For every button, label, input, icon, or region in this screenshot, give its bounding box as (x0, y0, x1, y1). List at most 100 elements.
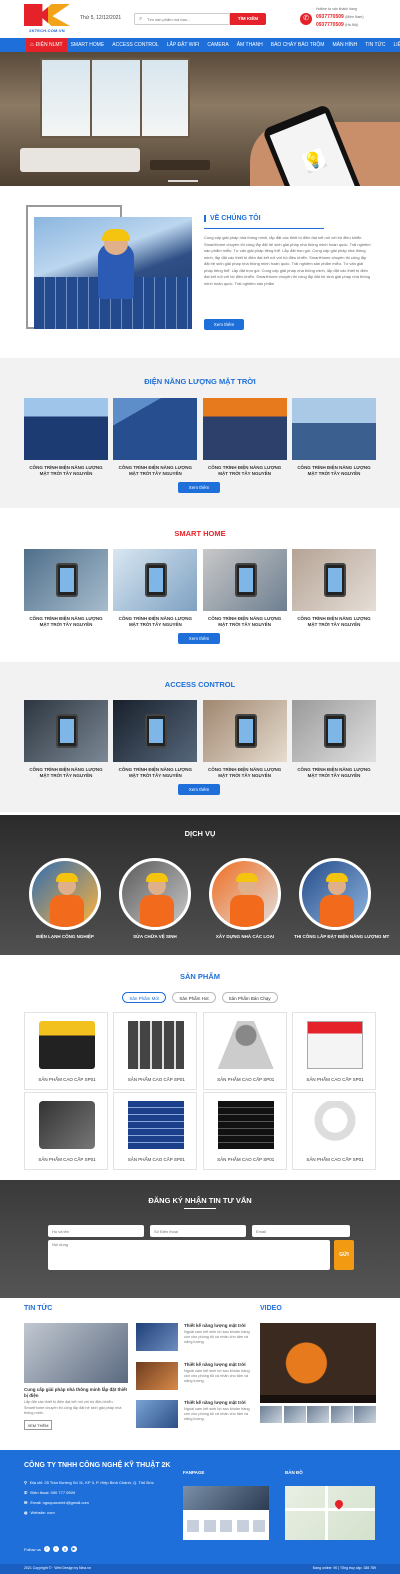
solar-more-button[interactable]: Xem thêm (178, 482, 220, 493)
solar-card[interactable]: CÔNG TRÌNH ĐIỆN NĂNG LƯỢNG MẶT TRỜI TÂY … (24, 398, 108, 477)
featured-news-image[interactable] (24, 1323, 128, 1383)
service-item[interactable]: SỬA CHỮA VỆ SINH (114, 858, 196, 939)
hero-banner[interactable]: 💡 (0, 52, 400, 186)
product-card[interactable]: SẢN PHẨM CAO CẤP SP01 (291, 1092, 376, 1170)
project-image (24, 700, 108, 762)
news-item[interactable]: Thiết kế năng lượng mặt trời Ngoài cam kế… (136, 1362, 256, 1392)
service-item[interactable]: THI CÔNG LẮP ĐẶT ĐIỆN NĂNG LƯỢNG MT (294, 858, 389, 939)
product-image (217, 1101, 274, 1149)
news-title: TIN TỨC (24, 1305, 53, 1312)
smarthome-card[interactable]: CÔNG TRÌNH ĐIỆN NĂNG LƯỢNG MẶT TRỜI TÂY … (202, 549, 287, 628)
about-title: VỀ CHÚNG TÔI (204, 215, 261, 222)
email-input[interactable] (252, 1225, 350, 1237)
solar-card[interactable]: CÔNG TRÌNH ĐIỆN NĂNG LƯỢNG MẶT TRỜI TÂY … (202, 398, 287, 477)
hotline-south[interactable]: 0937770509 (Miền Nam) (316, 14, 363, 20)
news-thumb (136, 1323, 178, 1351)
nav-item-lien-he[interactable]: LIÊN HỆ (390, 38, 400, 52)
news-item[interactable]: Thiết kế năng lượng mặt trời Ngoài cam kế… (136, 1323, 256, 1353)
product-card[interactable]: SẢN PHẨM CAO CẤP SP01 (24, 1092, 108, 1170)
nav-item-am-thanh[interactable]: ÂM THANH (233, 38, 267, 52)
content-textarea[interactable] (48, 1240, 330, 1270)
send-button[interactable]: GỬI (334, 1240, 354, 1270)
phone-icon: ✆ (300, 13, 312, 25)
nav-item-bao-chay[interactable]: BÁO CHÁY BÁO TRỘM (267, 38, 329, 52)
phone-icon (323, 563, 346, 597)
product-card[interactable]: SẢN PHẨM CAO CẤP SP01 (24, 1012, 108, 1090)
project-caption: CÔNG TRÌNH ĐIỆN NĂNG LƯỢNG MẶT TRỜI TÂY … (29, 465, 103, 476)
featured-news-title[interactable]: Cung cấp giải pháp nhà thông minh lắp đặ… (24, 1387, 130, 1399)
nav-item-dien-nlmt[interactable]: ⌂ ĐIỆN NLMT (26, 38, 67, 52)
nav-item-access-control[interactable]: ACCESS CONTROL (108, 38, 162, 52)
youtube-icon[interactable]: ▶ (70, 1546, 77, 1552)
name-field (48, 1225, 144, 1237)
video-thumb[interactable] (330, 1406, 353, 1423)
service-item[interactable]: XÂY DỰNG NHÀ CÁC LOẠI (204, 858, 286, 939)
video-thumb[interactable] (283, 1406, 306, 1423)
services-title: DỊCH VỤ (184, 829, 216, 838)
project-caption: CÔNG TRÌNH ĐIỆN NĂNG LƯỢNG MẶT TRỜI TÂY … (297, 616, 371, 627)
search-button[interactable]: TÌM KIẾM (230, 13, 266, 25)
smarthome-card[interactable]: CÔNG TRÌNH ĐIỆN NĂNG LƯỢNG MẶT TRỜI TÂY … (291, 549, 376, 628)
map-widget[interactable] (285, 1486, 375, 1540)
name-input[interactable] (48, 1225, 144, 1237)
hotline-north[interactable]: 0937770509 (Hà Nội) (316, 22, 358, 28)
tablet-icon (234, 714, 257, 748)
tab-hot-products[interactable]: Sản Phẩm Hot (172, 992, 216, 1003)
worker-helmet (326, 873, 348, 882)
access-card[interactable]: CÔNG TRÌNH ĐIỆN NĂNG LƯỢNG MẶT TRỜI TÂY … (24, 700, 108, 779)
footer: CÔNG TY TNHH CÔNG NGHỆ KỸ THUẬT 2K ⚲ Địa … (0, 1450, 400, 1564)
product-card[interactable]: SẢN PHẨM CAO CẤP SP01 (291, 1012, 376, 1090)
fanpage-widget[interactable] (183, 1486, 269, 1540)
service-caption: XÂY DỰNG NHÀ CÁC LOẠI (215, 934, 275, 939)
tab-best-sellers[interactable]: Sản Phẩm Bán Chạy (221, 992, 278, 1003)
video-thumb[interactable] (354, 1406, 376, 1423)
banner-table (150, 160, 210, 170)
smarthome-more-button[interactable]: Xem thêm (178, 633, 220, 644)
about-more-button[interactable]: Xem thêm (204, 319, 244, 330)
twitter-icon[interactable]: t (52, 1546, 59, 1552)
news-item[interactable]: Thiết kế năng lượng mặt trời Ngoài cam kế… (136, 1400, 256, 1430)
phone-input[interactable] (150, 1225, 246, 1237)
video-thumb[interactable] (307, 1406, 329, 1423)
smarthome-card[interactable]: CÔNG TRÌNH ĐIỆN NĂNG LƯỢNG MẶT TRỜI TÂY … (113, 549, 198, 628)
project-caption: CÔNG TRÌNH ĐIỆN NĂNG LƯỢNG MẶT TRỜI TÂY … (297, 767, 371, 778)
project-image (113, 549, 198, 611)
worker-helmet (236, 873, 258, 882)
access-more-button[interactable]: Xem thêm (178, 784, 220, 795)
access-card[interactable]: CÔNG TRÌNH ĐIỆN NĂNG LƯỢNG MẶT TRỜI TÂY … (202, 700, 287, 779)
access-card[interactable]: CÔNG TRÌNH ĐIỆN NĂNG LƯỢNG MẶT TRỜI TÂY … (291, 700, 376, 779)
nav-item-man-hinh[interactable]: MÀN HÌNH (328, 38, 361, 52)
slider-indicator[interactable] (168, 180, 198, 182)
nav-item-lap-dat-wifi[interactable]: LẮP ĐẶT WIFI (163, 38, 204, 52)
smarthome-card[interactable]: CÔNG TRÌNH ĐIỆN NĂNG LƯỢNG MẶT TRỜI TÂY … (24, 549, 108, 628)
solar-card[interactable]: CÔNG TRÌNH ĐIỆN NĂNG LƯỢNG MẶT TRỜI TÂY … (291, 398, 376, 477)
nav-item-camera[interactable]: CAMERA (203, 38, 232, 52)
project-caption: CÔNG TRÌNH ĐIỆN NĂNG LƯỢNG MẶT TRỜI TÂY … (29, 767, 103, 778)
fanpage-cover (183, 1486, 269, 1510)
site-logo[interactable]: 2KTECH.COM.VN (24, 4, 70, 34)
nav-item-smart-home[interactable]: SMART HOME (67, 38, 109, 52)
project-caption: CÔNG TRÌNH ĐIỆN NĂNG LƯỢNG MẶT TRỜI TÂY … (118, 465, 192, 476)
search-input[interactable] (147, 15, 227, 24)
access-card[interactable]: CÔNG TRÌNH ĐIỆN NĂNG LƯỢNG MẶT TRỜI TÂY … (113, 700, 198, 779)
video-player[interactable] (260, 1323, 376, 1403)
product-card[interactable]: SẢN PHẨM CAO CẤP SP01 (202, 1092, 287, 1170)
about-section: VỀ CHÚNG TÔI Cung cấp giải pháp nhà thôn… (26, 205, 376, 335)
nav-item-tin-tuc[interactable]: TIN TỨC (361, 38, 389, 52)
website-text: Website: com (30, 1510, 55, 1515)
facebook-icon[interactable]: f (43, 1546, 50, 1552)
product-card[interactable]: SẢN PHẨM CAO CẤP SP01 (202, 1012, 287, 1090)
product-image (128, 1021, 185, 1069)
globe-icon: ◍ (24, 1510, 28, 1515)
project-image (202, 700, 287, 762)
google-icon[interactable]: g (61, 1546, 68, 1552)
product-card[interactable]: SẢN PHẨM CAO CẤP SP01 (113, 1012, 198, 1090)
tab-new-products[interactable]: Sản Phẩm Mới (122, 992, 167, 1003)
service-item[interactable]: ĐIỆN LẠNH CÔNG NGHIỆP (24, 858, 106, 939)
product-image (217, 1021, 274, 1069)
video-thumb[interactable] (260, 1406, 282, 1423)
product-card[interactable]: SẢN PHẨM CAO CẤP SP01 (113, 1092, 198, 1170)
news-more-button[interactable]: XEM THÊM (24, 1420, 52, 1430)
solar-card[interactable]: CÔNG TRÌNH ĐIỆN NĂNG LƯỢNG MẶT TRỜI TÂY … (113, 398, 198, 477)
video-controls[interactable] (260, 1395, 376, 1403)
